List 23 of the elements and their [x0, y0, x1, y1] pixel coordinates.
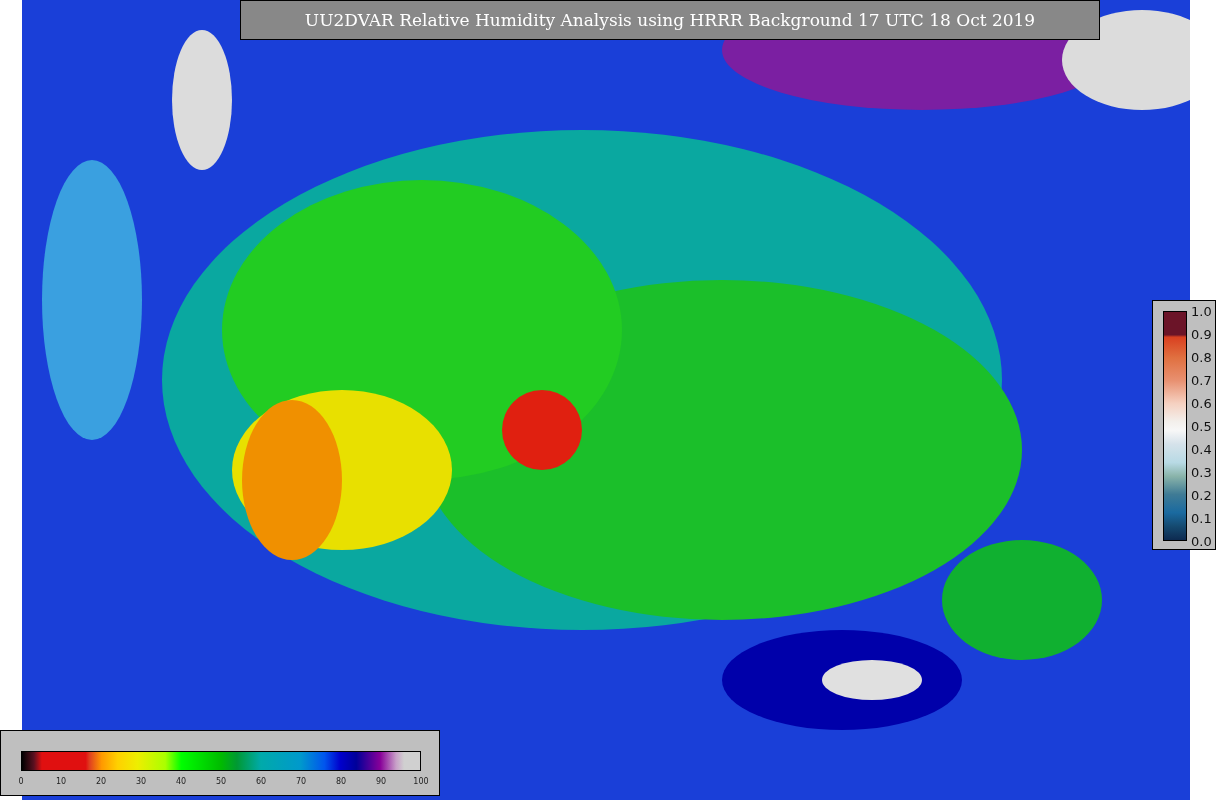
map-title: UU2DVAR Relative Humidity Analysis using HRRR Background 17 UTC 18 Oct 2019: [240, 0, 1100, 40]
colorbar-tick-label: 0.8: [1191, 349, 1212, 365]
colorbar-tick-label: 80: [335, 777, 347, 786]
colorbar-tick-label: 0.1: [1191, 510, 1212, 526]
colorbar-tick-label: 70: [295, 777, 307, 786]
colorbar-tick-label: 1.0: [1191, 303, 1212, 319]
colorbar-tick-label: 0: [18, 777, 24, 786]
colorbar-tick-label: 60: [255, 777, 267, 786]
colorbar-tick-label: 30: [135, 777, 147, 786]
colorbar-tick-label: 10: [55, 777, 67, 786]
colorbar-tick-label: 0.3: [1191, 464, 1212, 480]
colorbar-tick-label: 0.9: [1191, 326, 1212, 342]
colorbar-tick-label: 100: [413, 777, 429, 786]
colorbar-tick-label: 20: [95, 777, 107, 786]
colorbar-tick-label: 0.4: [1191, 441, 1212, 457]
colorbar-tick-label: 0.5: [1191, 418, 1212, 434]
colorbar-tick-label: 40: [175, 777, 187, 786]
colorbar-tick-label: 0.2: [1191, 487, 1212, 503]
colorbar-tick-label: 0.7: [1191, 372, 1212, 388]
colorbar-tick-label: 50: [215, 777, 227, 786]
colorbar-tick-label: 0.0: [1191, 533, 1212, 549]
colorbar-tick-label: 90: [375, 777, 387, 786]
colorbar-tick-label: 0.6: [1191, 395, 1212, 411]
